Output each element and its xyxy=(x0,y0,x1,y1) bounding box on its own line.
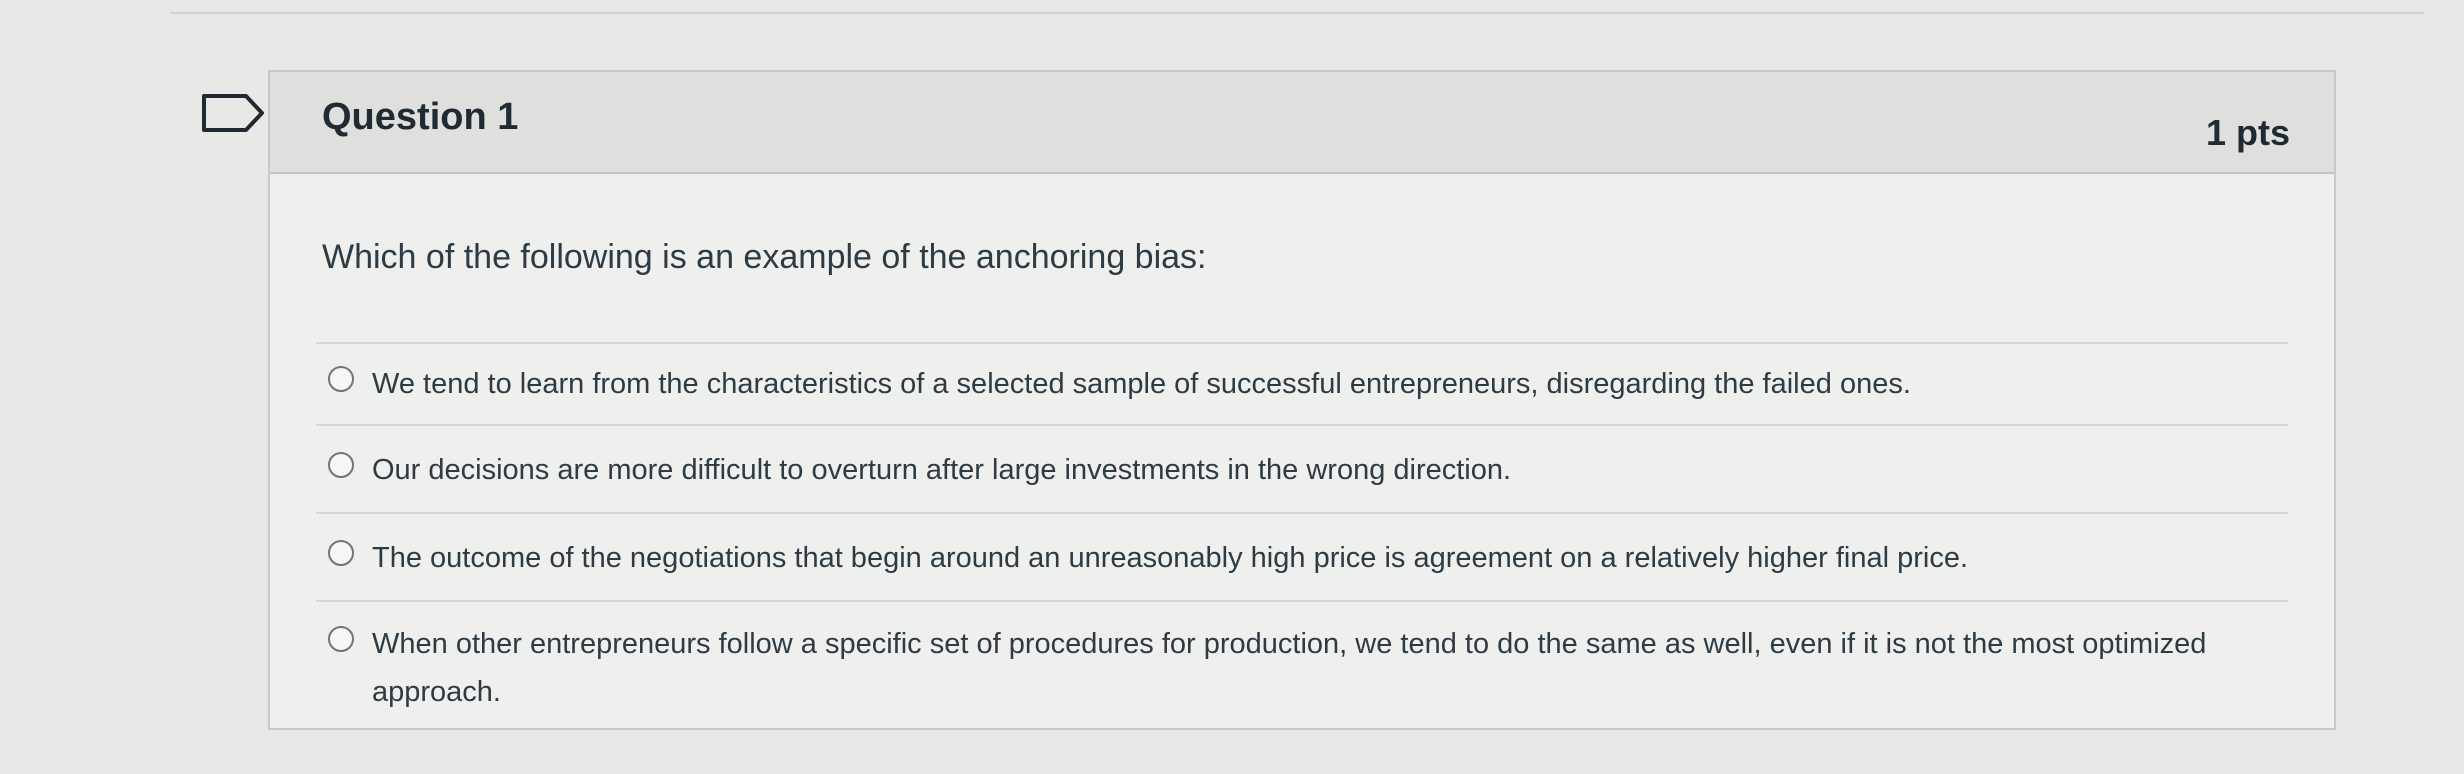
answer-option[interactable]: We tend to learn from the characteristic… xyxy=(316,342,2288,424)
radio-unselected-icon[interactable] xyxy=(328,366,354,392)
answer-label[interactable]: We tend to learn from the characteristic… xyxy=(372,360,2212,408)
answer-label[interactable]: The outcome of the negotiations that beg… xyxy=(372,534,2212,582)
answer-label[interactable]: When other entrepreneurs follow a specif… xyxy=(372,620,2212,716)
question-header: Question 1 1 pts xyxy=(270,72,2334,174)
radio-unselected-icon[interactable] xyxy=(328,540,354,566)
question-points: 1 pts xyxy=(2205,112,2290,153)
question-card: Question 1 1 pts Which of the following … xyxy=(268,70,2336,730)
question-text: Which of the following is an example of … xyxy=(322,238,1207,276)
radio-unselected-icon[interactable] xyxy=(328,626,354,652)
bookmark-flag-icon[interactable] xyxy=(200,92,268,134)
answer-option[interactable]: When other entrepreneurs follow a specif… xyxy=(316,600,2288,716)
answer-option[interactable]: The outcome of the negotiations that beg… xyxy=(316,512,2288,600)
top-divider xyxy=(170,12,2424,14)
answer-list: We tend to learn from the characteristic… xyxy=(316,342,2288,716)
question-title: Question 1 xyxy=(322,96,519,138)
answer-label[interactable]: Our decisions are more difficult to over… xyxy=(372,446,2212,494)
radio-unselected-icon[interactable] xyxy=(328,452,354,478)
answer-option[interactable]: Our decisions are more difficult to over… xyxy=(316,424,2288,512)
